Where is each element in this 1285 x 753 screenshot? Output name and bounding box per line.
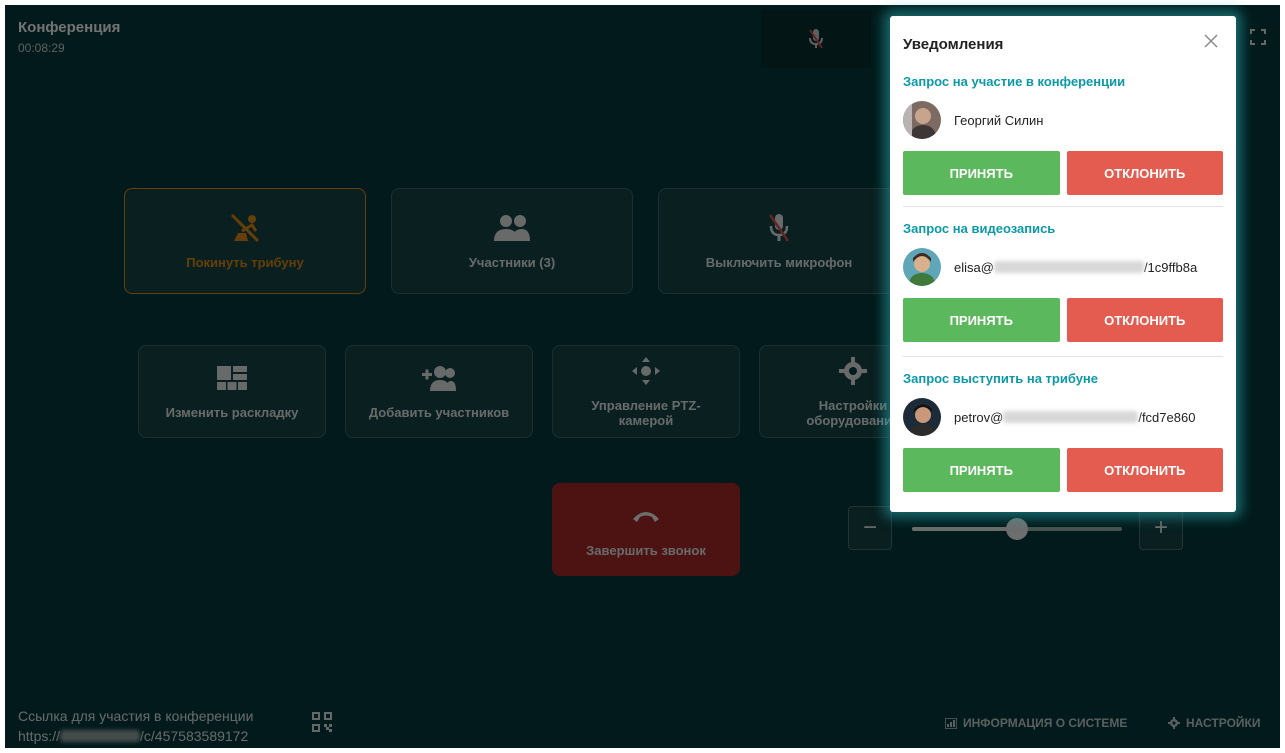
system-info-label: ИНФОРМАЦИЯ О СИСТЕМЕ bbox=[963, 716, 1128, 730]
request-user: petrov@ /fcd7e860 bbox=[903, 397, 1223, 437]
hangup-icon bbox=[631, 501, 661, 531]
accept-button[interactable]: ПРИНЯТЬ bbox=[903, 151, 1060, 195]
invite-link-prefix: https:// bbox=[18, 728, 61, 744]
qr-code-icon[interactable] bbox=[312, 712, 332, 732]
request-type: Запрос выступить на трибуне bbox=[903, 371, 1098, 386]
zoom-in-button[interactable]: + bbox=[1139, 506, 1183, 550]
redacted-host bbox=[60, 730, 141, 742]
layout-grid-icon bbox=[217, 363, 247, 393]
leave-tribune-button[interactable]: Покинуть трибуну bbox=[124, 188, 366, 294]
end-call-button[interactable]: Завершить звонок bbox=[552, 483, 740, 576]
request-user: elisa@ /1c9ffb8a bbox=[903, 247, 1223, 287]
ptz-move-icon bbox=[631, 356, 661, 386]
mute-mic-button[interactable]: Выключить микрофон bbox=[658, 188, 900, 294]
leave-tribune-label: Покинуть трибуну bbox=[186, 254, 304, 270]
mic-off-icon bbox=[809, 29, 823, 49]
invite-link-label: Ссылка для участия в конференции bbox=[18, 708, 254, 724]
equipment-settings-label: Настройки оборудования bbox=[806, 397, 900, 428]
chart-icon bbox=[945, 717, 957, 729]
leave-tribune-icon bbox=[228, 213, 262, 243]
add-participants-button[interactable]: Добавить участников bbox=[345, 345, 533, 438]
change-layout-label: Изменить раскладку bbox=[165, 405, 299, 420]
request-user-suffix: /fcd7e860 bbox=[1138, 409, 1196, 425]
zoom-slider-thumb[interactable] bbox=[1006, 518, 1028, 540]
add-participants-label: Добавить участников bbox=[368, 405, 510, 420]
top-mic-toggle[interactable] bbox=[761, 10, 871, 68]
reject-button[interactable]: ОТКЛОНИТЬ bbox=[1066, 151, 1223, 195]
request-user: Георгий Силин bbox=[903, 100, 1223, 140]
reject-button[interactable]: ОТКЛОНИТЬ bbox=[1066, 448, 1223, 492]
mute-mic-label: Выключить микрофон bbox=[705, 254, 853, 270]
notification-item: Запрос на участие в конференции Георгий … bbox=[903, 70, 1223, 206]
ptz-control-label: Управление PTZ-камерой bbox=[591, 397, 701, 428]
gear-icon bbox=[1168, 717, 1180, 729]
gear-icon bbox=[839, 356, 867, 386]
avatar bbox=[903, 398, 941, 436]
zoom-slider[interactable] bbox=[912, 518, 1122, 540]
request-type: Запрос на участие в конференции bbox=[903, 74, 1126, 89]
end-call-label: Завершить звонок bbox=[586, 543, 706, 558]
notification-item: Запрос выступить на трибуне petrov@ /fcd… bbox=[903, 356, 1223, 506]
request-type: Запрос на видеозапись bbox=[903, 221, 1056, 236]
participants-label: Участники (3) bbox=[468, 254, 556, 270]
conference-title: Конференция bbox=[18, 19, 121, 36]
users-icon bbox=[494, 213, 530, 243]
change-layout-button[interactable]: Изменить раскладку bbox=[138, 345, 326, 438]
fullscreen-icon[interactable] bbox=[1250, 29, 1266, 45]
invite-link-suffix: /c/457583589172 bbox=[140, 728, 249, 744]
redacted-host bbox=[993, 261, 1144, 273]
reject-button[interactable]: ОТКЛОНИТЬ bbox=[1066, 298, 1223, 342]
notifications-header: Уведомления bbox=[890, 16, 1236, 70]
settings-label: НАСТРОЙКИ bbox=[1186, 716, 1261, 730]
mic-off-icon bbox=[768, 213, 790, 243]
accept-button[interactable]: ПРИНЯТЬ bbox=[903, 298, 1060, 342]
request-user-name: petrov@ bbox=[954, 409, 1004, 425]
participants-button[interactable]: Участники (3) bbox=[391, 188, 633, 294]
conference-timer: 00:08:29 bbox=[18, 41, 65, 55]
zoom-out-button[interactable]: − bbox=[848, 506, 892, 550]
notification-item: Запрос на видеозапись elisa@ /1c9ffb8a П… bbox=[903, 206, 1223, 356]
notifications-panel: Уведомления Запрос на участие в конферен… bbox=[890, 16, 1236, 512]
redacted-host bbox=[1003, 411, 1139, 423]
zoom-slider-fill bbox=[912, 527, 1017, 531]
avatar bbox=[903, 101, 941, 139]
request-user-name: elisa@ bbox=[954, 259, 994, 275]
request-user-name: Георгий Силин bbox=[954, 112, 1044, 128]
request-user-suffix: /1c9ffb8a bbox=[1143, 259, 1198, 275]
ptz-control-button[interactable]: Управление PTZ-камерой bbox=[552, 345, 740, 438]
settings-button[interactable]: НАСТРОЙКИ bbox=[1168, 716, 1260, 730]
accept-button[interactable]: ПРИНЯТЬ bbox=[903, 448, 1060, 492]
add-user-icon bbox=[422, 363, 456, 393]
system-info-button[interactable]: ИНФОРМАЦИЯ О СИСТЕМЕ bbox=[945, 716, 1127, 730]
avatar bbox=[903, 248, 941, 286]
close-icon[interactable] bbox=[1204, 34, 1218, 48]
invite-link[interactable]: https:// /c/457583589172 bbox=[18, 728, 248, 744]
notifications-title: Уведомления bbox=[903, 36, 1004, 53]
